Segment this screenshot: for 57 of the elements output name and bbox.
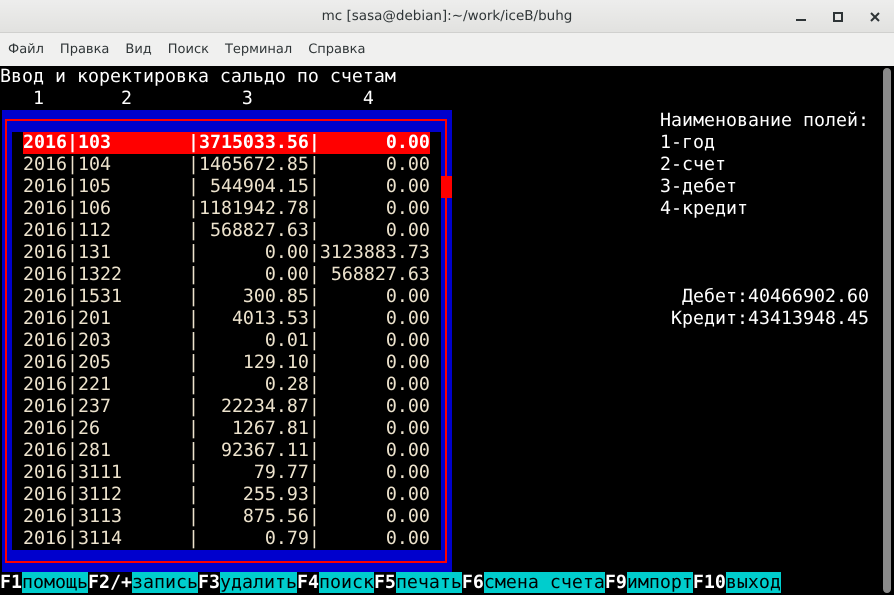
maximize-icon[interactable]: [833, 12, 843, 22]
menu-item[interactable]: Справка: [308, 42, 366, 57]
function-key: F4: [296, 572, 319, 593]
table-row[interactable]: 2016|221 | 0.28| 0.00: [23, 374, 430, 396]
function-key-label[interactable]: выход: [726, 572, 781, 593]
column-number: 3: [242, 88, 253, 109]
column-number: 4: [362, 88, 374, 109]
function-key-label[interactable]: смена счета: [484, 572, 605, 593]
menu-item[interactable]: Файл: [8, 42, 44, 57]
legend-item: 3-дебет: [660, 176, 738, 198]
total-value: Кредит:43413948.45: [671, 308, 869, 330]
close-icon[interactable]: [870, 12, 880, 22]
menu-item[interactable]: Терминал: [224, 42, 292, 57]
table-row[interactable]: 2016|3114 | 0.79| 0.00: [23, 528, 430, 550]
table-row[interactable]: 2016|131 | 0.00|3123883.73: [23, 242, 430, 264]
table-row[interactable]: 2016|106 |1181942.78| 0.00: [23, 198, 430, 220]
table-row[interactable]: 2016|281 | 92367.11| 0.00: [23, 440, 430, 462]
function-key-label[interactable]: импорт: [626, 572, 693, 593]
function-key: F6: [462, 572, 484, 593]
function-key: F5: [374, 572, 396, 593]
table-row[interactable]: 2016|112 | 568827.63| 0.00: [23, 220, 430, 242]
table-row[interactable]: 2016|104 |1465672.85| 0.00: [23, 154, 430, 176]
total-value: Дебет:40466902.60: [682, 286, 869, 308]
menu-item[interactable]: Правка: [60, 42, 110, 57]
function-key: F10: [692, 572, 726, 593]
table-row[interactable]: 2016|3113 | 875.56| 0.00: [23, 506, 430, 528]
function-key-label[interactable]: поиск: [318, 572, 374, 593]
table-row[interactable]: 2016|203 | 0.01| 0.00: [23, 330, 430, 352]
table-row[interactable]: 2016|237 | 22234.87| 0.00: [23, 396, 430, 418]
table-row[interactable]: 2016|205 | 129.10| 0.00: [23, 352, 430, 374]
function-key-label[interactable]: удалить: [220, 572, 297, 593]
legend-heading: Наименование полей:: [660, 110, 869, 132]
table-row[interactable]: 2016|201 | 4013.53| 0.00: [23, 308, 430, 330]
menu-item[interactable]: Поиск: [168, 42, 209, 57]
table-row[interactable]: 2016|103 |3715033.56| 0.00: [23, 132, 430, 154]
table-row[interactable]: 2016|26 | 1267.81| 0.00: [23, 418, 430, 440]
function-key-label[interactable]: печать: [396, 572, 462, 593]
table-row[interactable]: 2016|3111 | 79.77| 0.00: [23, 462, 430, 484]
scrollbar[interactable]: [883, 68, 891, 593]
column-number: 2: [120, 88, 132, 109]
function-key: F2/+: [88, 572, 132, 593]
function-key: F3: [198, 572, 220, 593]
screen-heading: Ввод и коректировка сальдо по счетам: [0, 66, 397, 88]
legend-item: 2-счет: [660, 154, 727, 176]
legend-item: 1-год: [660, 132, 716, 154]
table-row[interactable]: 2016|1322 | 0.00| 568827.63: [23, 264, 430, 286]
table-row[interactable]: 2016|3112 | 255.93| 0.00: [23, 484, 430, 506]
legend-item: 4-кредит: [660, 198, 749, 220]
function-key-label[interactable]: запись: [132, 572, 198, 593]
table-row[interactable]: 2016|1531 | 300.85| 0.00: [23, 286, 430, 308]
function-key-label[interactable]: помощь: [22, 572, 88, 593]
function-key: F1: [0, 572, 22, 593]
function-key: F9: [604, 572, 627, 593]
window-title: mc [sasa@debian]:~/work/iceB/buhg: [322, 8, 572, 24]
column-number: 1: [32, 88, 44, 109]
menu-item[interactable]: Вид: [125, 42, 152, 57]
table-row[interactable]: 2016|105 | 544904.15| 0.00: [23, 176, 430, 198]
